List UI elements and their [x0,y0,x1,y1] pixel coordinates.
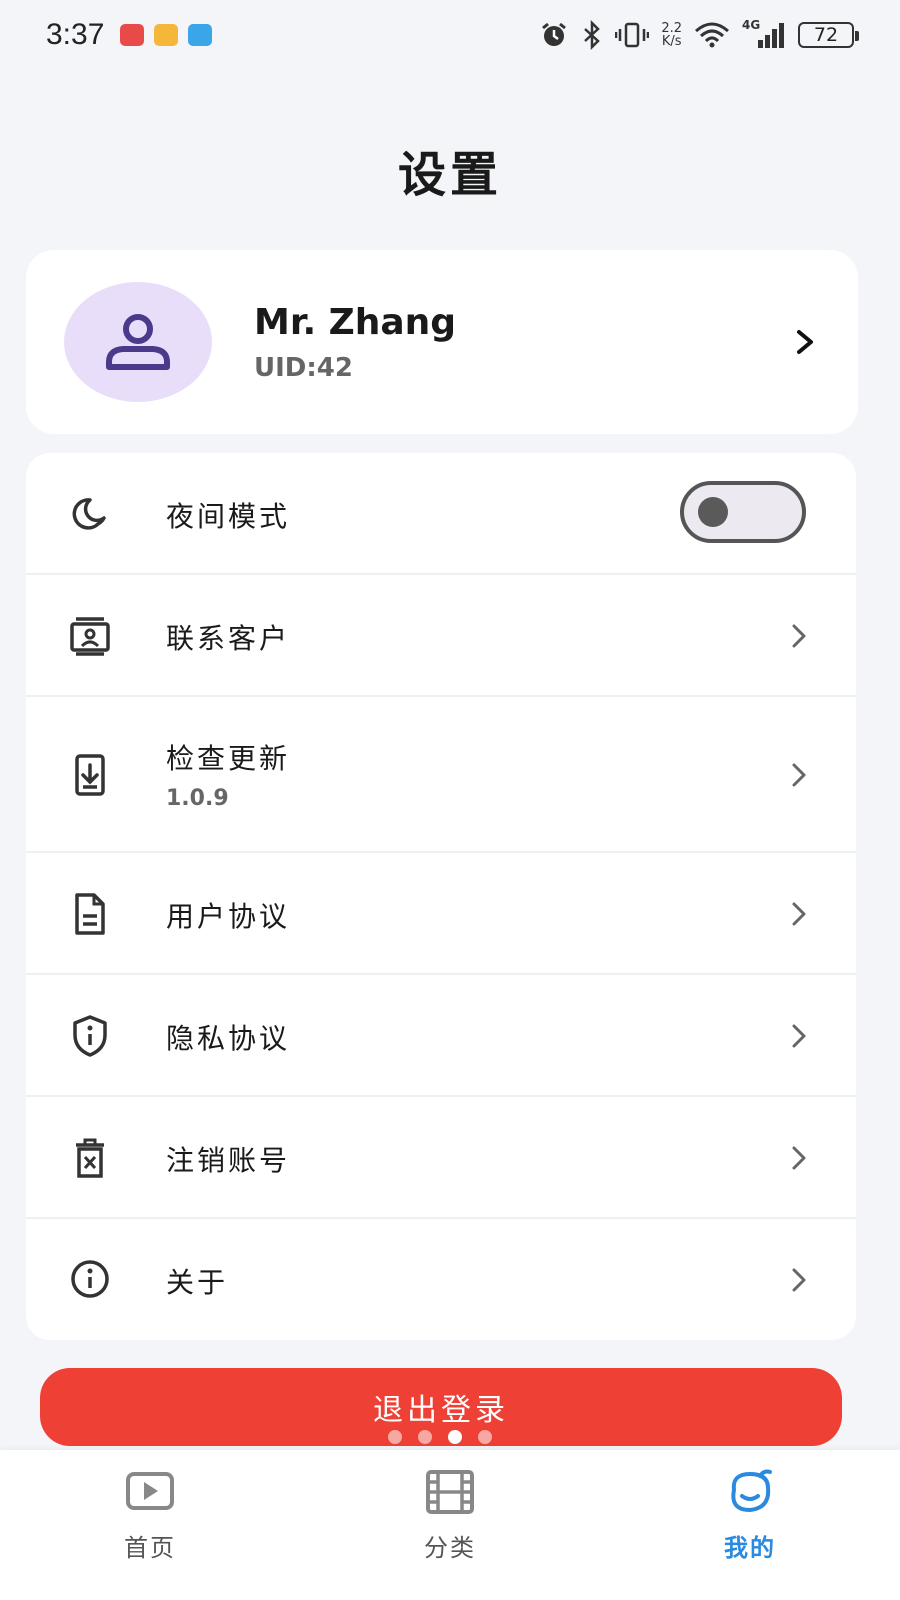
trash-icon [68,1136,112,1180]
network-speed: 2.2 K/s [661,22,682,48]
mascot-icon [731,1469,772,1513]
mail-notification-icon [154,24,179,46]
info-icon [68,1257,112,1301]
setting-user-agreement[interactable]: 用户协议 [26,853,856,975]
setting-label: 注销账号 [166,1144,291,1177]
page-dot [388,1430,402,1444]
battery-indicator: 72 [798,22,859,48]
setting-label: 用户协议 [166,900,291,933]
nav-label: 分类 [424,1534,476,1562]
chevron-right-icon [792,1024,806,1048]
status-right: 2.2 K/s 4G 72 [539,18,859,50]
chevron-right-icon [797,330,813,354]
bluetooth-icon [584,20,601,50]
setting-about[interactable]: 关于 [26,1219,856,1340]
user-icon [106,314,170,370]
message-notification-icon [188,24,213,46]
signal-icon [758,23,784,48]
chevron-right-icon [792,902,806,926]
nav-item-home[interactable]: 首页 [0,1450,300,1600]
alarm-icon [542,22,567,46]
setting-check-update[interactable]: 检查更新 1.0.9 [26,697,856,853]
setting-contact-support[interactable]: 联系客户 [26,575,856,697]
page-dot [478,1430,492,1444]
setting-privacy-policy[interactable]: 隐私协议 [26,975,856,1097]
cell-signal: 4G [742,18,786,50]
chevron-right-icon [792,1268,806,1292]
chevron-right-icon [792,763,806,787]
setting-label: 检查更新 [166,742,291,775]
nav-item-category[interactable]: 分类 [300,1450,600,1600]
app-version: 1.0.9 [166,786,229,811]
page-dot-active [448,1430,462,1444]
vibrate-icon [615,22,650,48]
profile-uid: UID:42 [254,352,353,383]
profile-name: Mr. Zhang [254,301,457,343]
film-icon [426,1470,474,1514]
contact-card-icon [68,614,112,658]
nav-label: 我的 [724,1534,776,1562]
setting-label: 联系客户 [166,622,291,655]
setting-delete-account[interactable]: 注销账号 [26,1097,856,1219]
page-title: 设置 [397,147,502,203]
download-icon [68,753,112,797]
page-dot [418,1430,432,1444]
setting-night-mode: 夜间模式 [26,453,856,575]
document-icon [68,892,112,936]
profile-card[interactable]: Mr. Zhang UID:42 [26,250,858,434]
chevron-right-icon [792,624,806,648]
moon-icon [68,492,112,536]
toggle-knob [698,497,728,527]
settings-list: 夜间模式 联系客户 检查更新 1.0.9 用户协议 隐私协议 注销账号 关于 [26,453,856,1340]
setting-label: 关于 [166,1266,229,1299]
status-time: 3:37 [46,18,105,51]
night-mode-toggle[interactable] [680,481,806,543]
avatar [64,282,212,402]
profile-text: Mr. Zhang UID:42 [254,302,790,383]
play-tv-icon [126,1472,174,1510]
nav-label: 首页 [124,1534,176,1562]
net-speed-unit: K/s [661,34,682,49]
shield-info-icon [68,1014,112,1058]
page-indicator [388,1430,492,1444]
nav-item-mine[interactable]: 我的 [600,1450,900,1600]
setting-label: 隐私协议 [166,1022,291,1055]
wifi-icon [695,22,729,48]
chevron-right-icon [792,1146,806,1170]
status-left: 3:37 [46,18,213,52]
bottom-nav: 首页 分类 我的 [0,1450,900,1600]
status-bar: 3:37 2.2 K/s 4G 72 [0,0,900,70]
app-notification-icon [120,24,145,46]
setting-label: 夜间模式 [166,500,291,533]
